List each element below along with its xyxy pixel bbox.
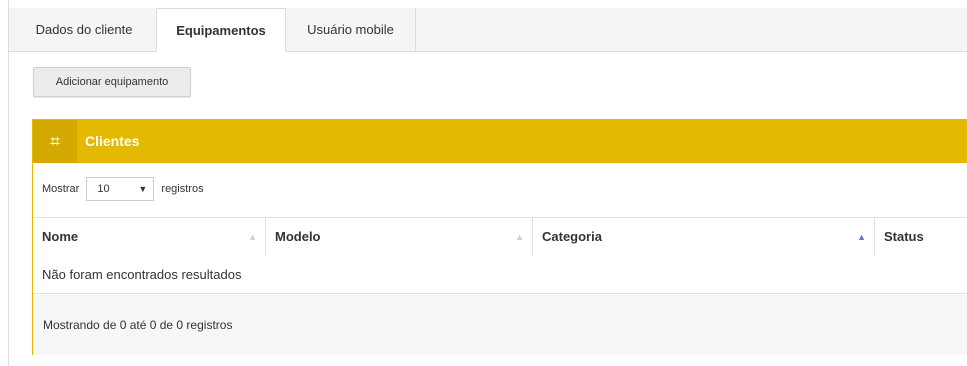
page-length-value: 10 (97, 183, 110, 196)
tab-equipamentos[interactable]: Equipamentos (156, 8, 286, 52)
panel-header: ⌗ Clientes (33, 120, 967, 163)
column-label: Nome (42, 229, 79, 244)
column-header-status[interactable]: Status (874, 218, 967, 256)
column-header-modelo[interactable]: Modelo ▲ (265, 218, 532, 256)
sort-icon: ▲ (248, 232, 257, 242)
page-left-border (8, 0, 9, 366)
panel-title: Clientes (85, 133, 140, 149)
column-header-nome[interactable]: Nome ▲ (33, 218, 265, 256)
empty-table-row: Não foram encontrados resultados (33, 256, 967, 294)
length-menu-prefix: Mostrar (42, 183, 80, 196)
length-menu-suffix: registros (161, 183, 204, 196)
clients-panel: ⌗ Clientes Mostrar 10 ▼ registros Nome ▲… (32, 119, 967, 355)
column-header-categoria[interactable]: Categoria ▲ (532, 218, 874, 256)
equipment-table: Nome ▲ Modelo ▲ Categoria ▲ Status Não f… (33, 217, 967, 294)
table-footer: Mostrando de 0 até 0 de 0 registros (33, 295, 967, 355)
tab-usuario-mobile[interactable]: Usuário mobile (286, 8, 416, 51)
table-info: Mostrando de 0 até 0 de 0 registros (43, 318, 233, 332)
add-equipment-button[interactable]: Adicionar equipamento (33, 67, 191, 97)
table-header: Nome ▲ Modelo ▲ Categoria ▲ Status (33, 217, 967, 257)
tab-bar: Dados do cliente Equipamentos Usuário mo… (9, 8, 967, 52)
crop-icon: ⌗ (33, 120, 77, 163)
column-label: Modelo (275, 229, 321, 244)
tab-dados-do-cliente[interactable]: Dados do cliente (14, 8, 154, 51)
length-menu: Mostrar 10 ▼ registros (42, 176, 204, 202)
column-label: Status (884, 229, 924, 244)
column-label: Categoria (542, 229, 602, 244)
sort-icon: ▲ (515, 232, 524, 242)
sort-ascending-icon: ▲ (857, 232, 866, 242)
page-length-select[interactable]: 10 ▼ (86, 177, 155, 202)
chevron-down-icon: ▼ (138, 184, 148, 195)
